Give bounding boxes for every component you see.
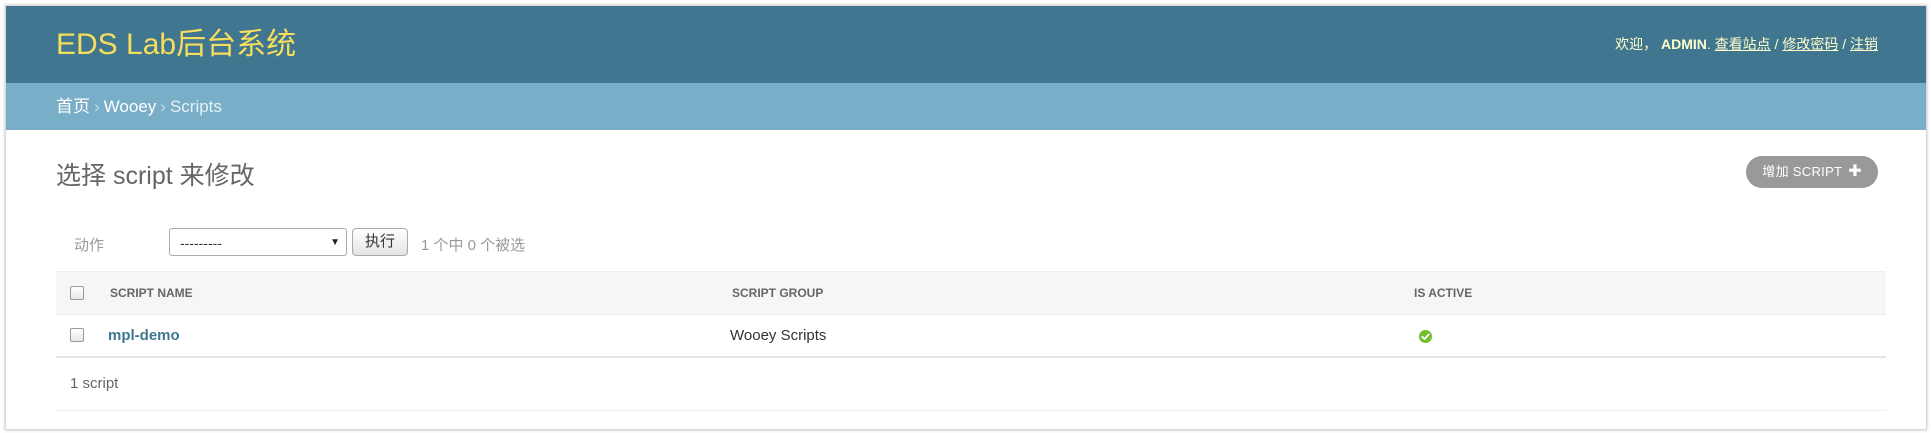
breadcrumb-separator: › [94,97,100,116]
script-name-cell: mpl-demo [108,315,180,356]
breadcrumb: 首页 › Wooey › Scripts [6,83,1926,130]
breadcrumb-separator: › [160,97,166,116]
select-all-checkbox[interactable] [70,286,84,300]
header: EDS Lab后台系统 欢迎， ADMIN. 查看站点 / 修改密码 / 注销 [6,6,1926,83]
actions-label: 动作 [74,237,105,254]
actions-bar: 动作 --------- ▼ 执行 1 个中 0 个被选 [56,228,1886,258]
user-tools-separator: / [1842,36,1847,52]
breadcrumb-current: Scripts [169,97,222,116]
username: ADMIN [1660,36,1707,52]
add-script-label: 增加 SCRIPT [1762,164,1843,179]
user-tools: 欢迎， ADMIN. 查看站点 / 修改密码 / 注销 [1615,36,1878,52]
script-name-link[interactable]: mpl-demo [108,327,180,344]
active-check-icon [1419,330,1432,343]
breadcrumb-app-wooey[interactable]: Wooey [104,97,157,116]
table-row: mpl-demo Wooey Scripts [56,315,1886,358]
action-select-value: --------- [180,235,222,251]
results-table: SCRIPT NAME SCRIPT GROUP IS ACTIVE mpl-d… [56,271,1886,411]
welcome-text: 欢迎， [1615,36,1658,52]
site-branding[interactable]: EDS Lab后台系统 [56,6,296,83]
admin-window: EDS Lab后台系统 欢迎， ADMIN. 查看站点 / 修改密码 / 注销 … [5,5,1927,430]
page-title: 选择 script 来修改 [56,162,255,190]
change-password-link[interactable]: 修改密码 [1782,36,1838,52]
run-action-button[interactable]: 执行 [352,228,408,256]
selection-counter: 1 个中 0 个被选 [421,237,526,254]
dropdown-arrow-icon: ▼ [330,237,340,248]
plus-icon: ✚ [1848,163,1862,180]
row-select-checkbox[interactable] [70,328,84,342]
column-header-is-active[interactable]: IS ACTIVE [1414,272,1472,314]
add-script-button[interactable]: 增加 SCRIPT ✚ [1746,156,1878,188]
view-site-link[interactable]: 查看站点 [1715,36,1771,52]
action-select[interactable]: --------- ▼ [169,228,347,256]
script-group-cell: Wooey Scripts [730,327,827,344]
column-header-script-name[interactable]: SCRIPT NAME [110,272,193,314]
paginator: 1 script [56,358,1886,411]
column-header-script-group[interactable]: SCRIPT GROUP [732,272,823,314]
logout-link[interactable]: 注销 [1850,36,1878,52]
breadcrumb-home[interactable]: 首页 [56,97,90,116]
table-header: SCRIPT NAME SCRIPT GROUP IS ACTIVE [56,271,1886,315]
user-tools-separator: / [1774,36,1779,52]
